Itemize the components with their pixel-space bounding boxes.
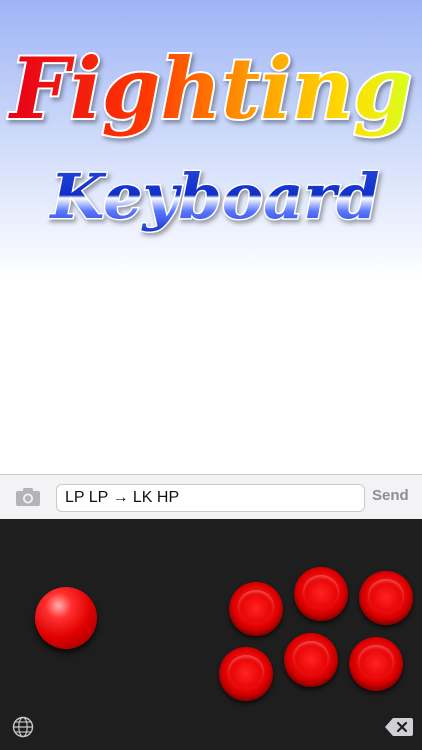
send-button[interactable]: Send (372, 487, 409, 504)
compose-bar: Send (0, 474, 422, 519)
app-logo: Fighting Keyboard (6, 37, 414, 235)
message-input[interactable] (56, 484, 365, 512)
app-banner: Fighting Keyboard (0, 0, 422, 474)
camera-icon[interactable] (14, 485, 42, 509)
globe-icon[interactable] (12, 716, 34, 738)
action-button-3[interactable] (359, 571, 413, 625)
logo-title-fighting: Fighting (8, 39, 412, 138)
action-button-4[interactable] (219, 647, 273, 701)
action-button-5[interactable] (284, 633, 338, 687)
logo-title-keyboard: Keyboard (49, 160, 380, 233)
action-button-2[interactable] (294, 567, 348, 621)
delete-icon[interactable] (384, 716, 414, 738)
action-button-6[interactable] (349, 637, 403, 691)
action-button-1[interactable] (229, 582, 283, 636)
joystick-ball[interactable] (35, 587, 97, 649)
